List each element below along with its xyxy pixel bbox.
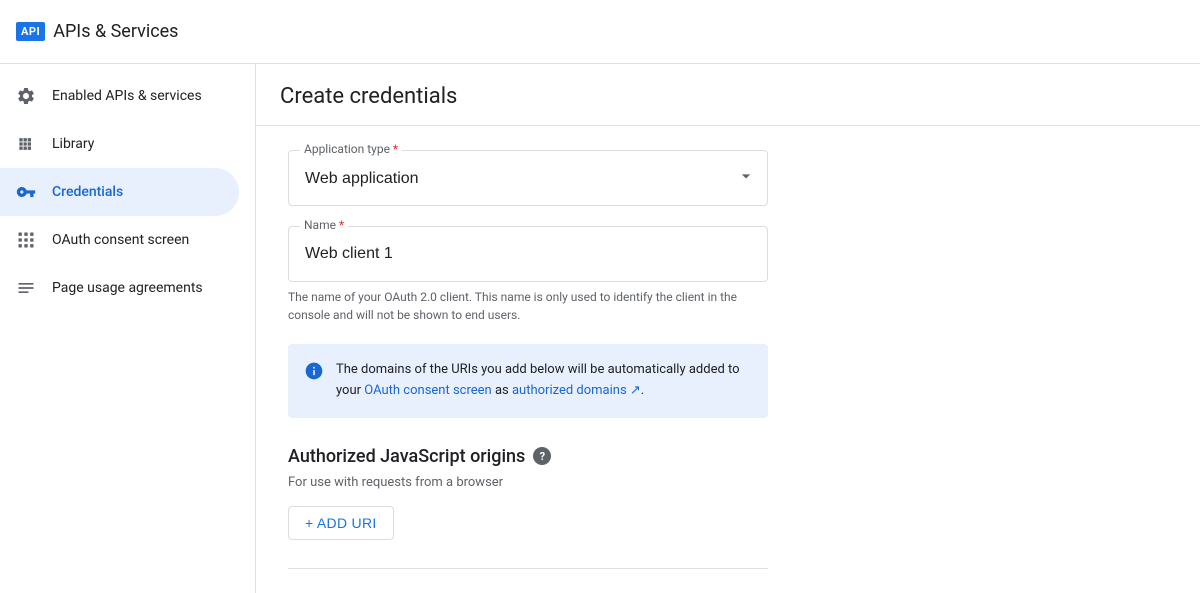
page-usage-icon — [16, 278, 36, 298]
api-logo: API — [16, 22, 45, 41]
sidebar-item-oauth-consent[interactable]: OAuth consent screen — [0, 216, 239, 264]
info-box-text: The domains of the URIs you add below wi… — [336, 360, 752, 402]
name-field: Name The name of your OAuth 2.0 client. … — [288, 226, 1124, 324]
authorized-domains-link[interactable]: authorized domains ↗ — [512, 383, 641, 398]
content-area: Application type Web application Android… — [256, 126, 1156, 593]
add-uri-label: + ADD URI — [305, 515, 377, 531]
js-origins-add-uri-button[interactable]: + ADD URI — [288, 506, 394, 540]
top-header: API APIs & Services — [0, 0, 1200, 64]
application-type-select[interactable]: Web application Android Chrome App iOS T… — [288, 150, 768, 206]
sidebar-item-oauth-consent-label: OAuth consent screen — [52, 232, 189, 248]
sidebar-item-enabled-apis-label: Enabled APIs & services — [52, 88, 202, 104]
application-type-label: Application type — [300, 142, 402, 156]
layout: Enabled APIs & services Library Credenti… — [0, 64, 1200, 593]
sidebar-item-page-usage[interactable]: Page usage agreements — [0, 264, 239, 312]
settings-icon — [16, 86, 36, 106]
sidebar-item-enabled-apis[interactable]: Enabled APIs & services — [0, 72, 239, 120]
js-origins-section: Authorized JavaScript origins ? For use … — [288, 446, 1124, 540]
oauth-icon — [16, 230, 36, 250]
oauth-consent-link[interactable]: OAuth consent screen — [364, 383, 491, 398]
application-type-wrapper: Application type Web application Android… — [288, 150, 768, 206]
sidebar: Enabled APIs & services Library Credenti… — [0, 64, 256, 593]
js-origins-desc: For use with requests from a browser — [288, 475, 1124, 490]
application-type-field: Application type Web application Android… — [288, 150, 1124, 206]
info-circle-icon — [304, 361, 324, 385]
sidebar-item-credentials-label: Credentials — [52, 184, 123, 200]
name-label: Name — [300, 218, 348, 232]
api-badge: API — [16, 22, 45, 41]
page-title: Create credentials — [280, 84, 1176, 109]
main-content: Create credentials Application type Web … — [256, 64, 1200, 593]
sidebar-item-library-label: Library — [52, 136, 94, 152]
name-helper-text: The name of your OAuth 2.0 client. This … — [288, 288, 768, 324]
library-icon — [16, 134, 36, 154]
key-icon — [16, 182, 36, 202]
js-origins-help-icon[interactable]: ? — [533, 447, 551, 465]
header-title: APIs & Services — [53, 21, 178, 42]
name-input[interactable] — [288, 226, 768, 282]
info-box: The domains of the URIs you add below wi… — [288, 344, 768, 418]
page-header: Create credentials — [256, 64, 1200, 126]
name-input-wrapper: Name — [288, 226, 768, 282]
sidebar-item-page-usage-label: Page usage agreements — [52, 280, 203, 296]
sidebar-item-library[interactable]: Library — [0, 120, 239, 168]
section-divider — [288, 568, 768, 569]
js-origins-title: Authorized JavaScript origins ? — [288, 446, 1124, 467]
sidebar-item-credentials[interactable]: Credentials — [0, 168, 239, 216]
